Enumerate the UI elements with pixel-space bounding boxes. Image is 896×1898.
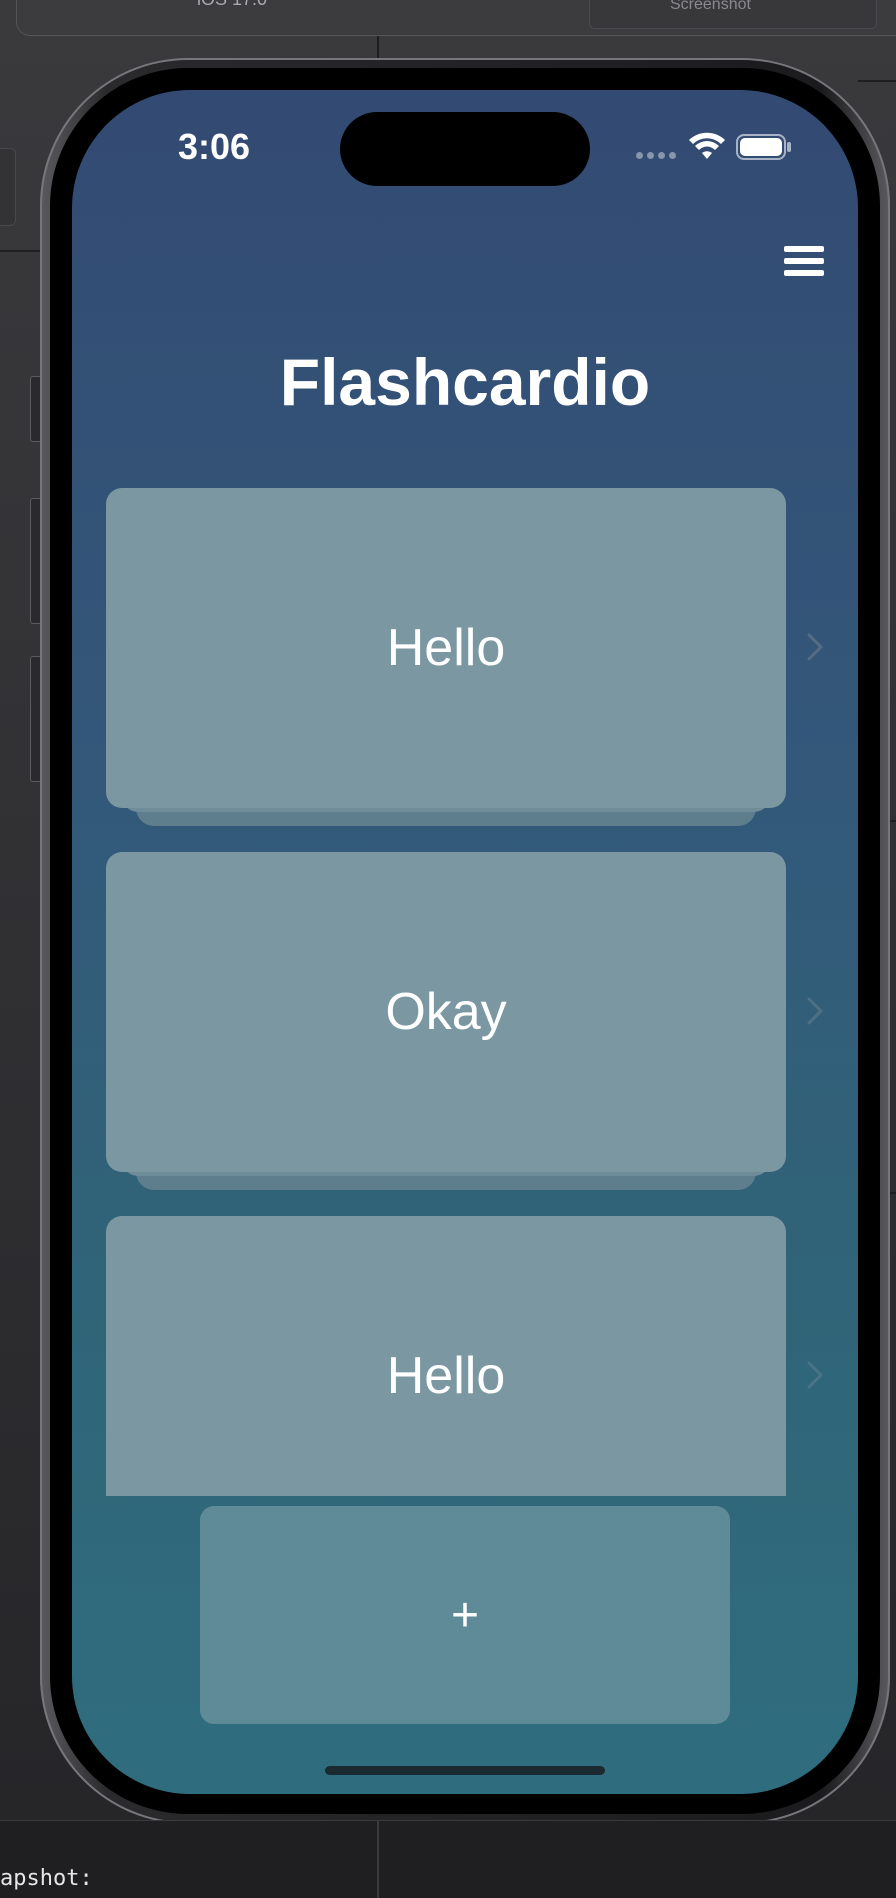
dynamic-island <box>340 112 590 186</box>
deck-card-label: Okay <box>385 983 507 1041</box>
console-divider <box>377 1820 379 1898</box>
chevron-right-icon[interactable] <box>806 632 824 662</box>
chevron-right-icon[interactable] <box>806 996 824 1026</box>
left-panel-tab[interactable] <box>0 148 16 226</box>
add-deck-button[interactable]: + <box>200 1506 730 1724</box>
deck-card[interactable]: Hello <box>106 488 786 838</box>
screenshot-button-label: Screenshot <box>670 0 751 13</box>
signal-dots-icon <box>636 152 676 159</box>
deck-card-label: Hello <box>386 619 506 677</box>
console-panel <box>0 1820 896 1898</box>
status-time: 3:06 <box>178 126 251 167</box>
home-indicator[interactable] <box>325 1766 605 1775</box>
app-title: Flashcardio <box>279 345 651 419</box>
deck-card-front: Hello <box>106 488 786 808</box>
simulator-desktop: iOS 17.0 Screenshot 3:06 Flashcardio <box>0 0 896 1898</box>
hamburger-menu-icon[interactable] <box>784 246 828 284</box>
wifi-icon <box>689 132 725 159</box>
chevron-right-icon[interactable] <box>806 1360 824 1390</box>
deck-card-label: Hello <box>386 1347 506 1405</box>
deck-card-front: Hello <box>106 1216 786 1496</box>
deck-card-front: Okay <box>106 852 786 1172</box>
device-label: iOS 17.0 <box>197 0 267 10</box>
simulator-title-panel: iOS 17.0 Screenshot <box>16 0 896 36</box>
battery-icon <box>736 134 791 160</box>
console-text: apshot: <box>0 1866 93 1891</box>
deck-card[interactable]: Okay <box>106 852 786 1202</box>
phone-screen: 3:06 Flashcardio Hello Okay Hello + <box>72 90 858 1794</box>
screenshot-button[interactable]: Screenshot <box>589 0 877 29</box>
add-button-label: + <box>450 1588 480 1642</box>
